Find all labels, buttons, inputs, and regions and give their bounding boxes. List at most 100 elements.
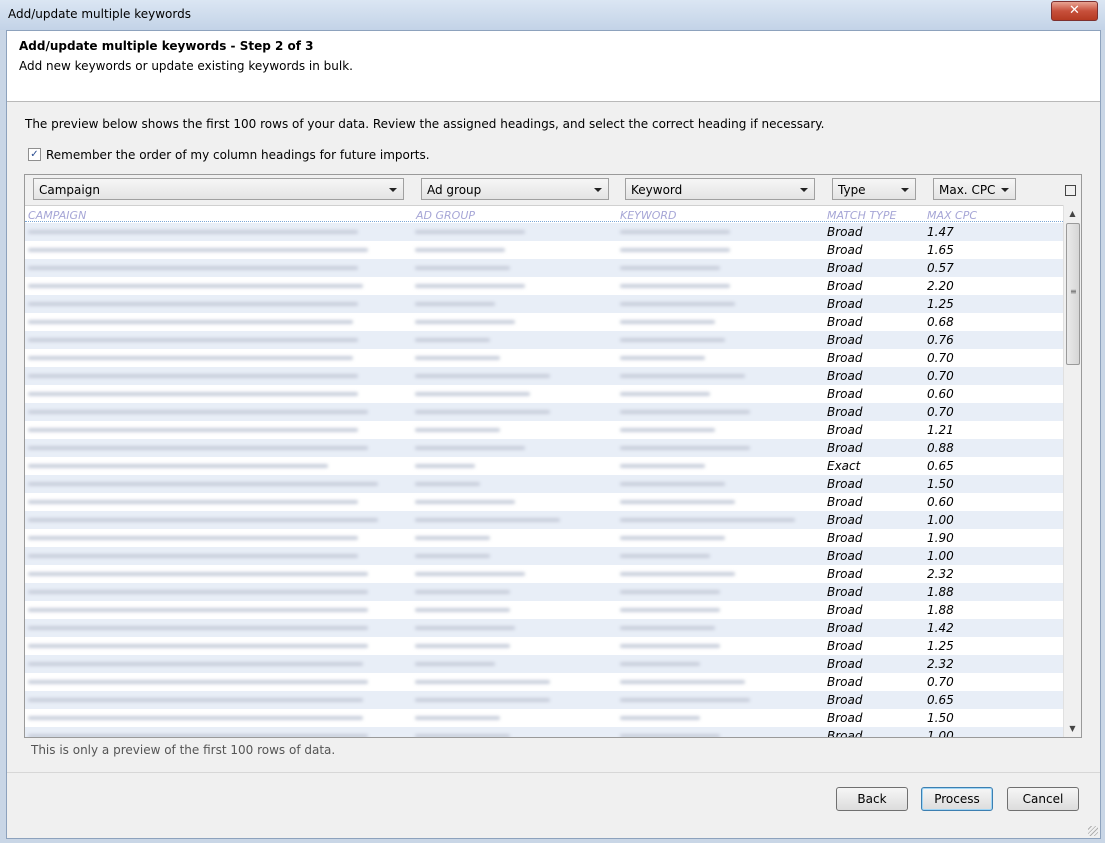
campaign-cell xyxy=(28,518,378,522)
match-type-cell: Broad xyxy=(827,567,863,581)
keyword-cell xyxy=(620,464,705,468)
table-row[interactable]: Broad 1.50 xyxy=(25,709,1065,727)
keyword-cell xyxy=(620,230,730,234)
match-type-cell: Broad xyxy=(827,495,863,509)
scroll-up-arrow-icon[interactable]: ▲ xyxy=(1064,205,1081,222)
table-row[interactable]: Broad 1.42 xyxy=(25,619,1065,637)
table-row[interactable]: Broad 1.00 xyxy=(25,727,1065,737)
table-row[interactable]: Broad 1.90 xyxy=(25,529,1065,547)
keyword-cell xyxy=(620,392,710,396)
table-row[interactable]: Broad 1.88 xyxy=(25,601,1065,619)
keyword-column-dropdown[interactable]: Keyword xyxy=(625,178,815,200)
ad-group-cell xyxy=(415,302,495,306)
scroll-down-arrow-icon[interactable]: ▼ xyxy=(1064,720,1081,737)
max-cpc-cell: 0.60 xyxy=(927,387,954,401)
close-button[interactable]: ✕ xyxy=(1051,1,1098,21)
ad-group-cell xyxy=(415,500,515,504)
match-type-cell: Broad xyxy=(827,549,863,563)
cancel-button[interactable]: Cancel xyxy=(1007,787,1079,811)
table-row[interactable]: Broad 2.32 xyxy=(25,655,1065,673)
remember-order-checkbox[interactable]: ✓ xyxy=(28,148,41,161)
table-row[interactable]: Broad 0.60 xyxy=(25,493,1065,511)
column-chooser-icon[interactable] xyxy=(1065,185,1076,196)
match-type-cell: Broad xyxy=(827,405,863,419)
table-row[interactable]: Exact 0.65 xyxy=(25,457,1065,475)
ad-group-cell xyxy=(415,644,510,648)
max-cpc-cell: 0.76 xyxy=(927,333,954,347)
process-button[interactable]: Process xyxy=(921,787,993,811)
scroll-thumb[interactable]: ≡ xyxy=(1066,223,1080,365)
table-row[interactable]: Broad 1.65 xyxy=(25,241,1065,259)
chevron-down-icon xyxy=(389,188,397,192)
max-cpc-cell: 0.65 xyxy=(927,693,954,707)
table-row[interactable]: Broad 1.00 xyxy=(25,547,1065,565)
keyword-cell xyxy=(620,428,715,432)
campaign-cell xyxy=(28,482,378,486)
table-row[interactable]: Broad 0.70 xyxy=(25,367,1065,385)
table-row[interactable]: Broad 0.60 xyxy=(25,385,1065,403)
dropdown-value: Ad group xyxy=(427,183,482,197)
ad-group-column-dropdown[interactable]: Ad group xyxy=(421,178,609,200)
ad-group-cell xyxy=(415,482,480,486)
vertical-scrollbar[interactable]: ▲ ≡ ▼ xyxy=(1063,205,1081,737)
table-row[interactable]: Broad 0.70 xyxy=(25,403,1065,421)
keyword-cell xyxy=(620,500,735,504)
match-type-cell: Broad xyxy=(827,729,863,737)
match-type-cell: Broad xyxy=(827,657,863,671)
table-row[interactable]: Broad 1.00 xyxy=(25,511,1065,529)
max-cpc-cell: 1.25 xyxy=(927,297,954,311)
keyword-cell xyxy=(620,266,720,270)
campaign-cell xyxy=(28,248,368,252)
ad-group-cell xyxy=(415,248,505,252)
ad-group-cell xyxy=(415,734,510,737)
campaign-cell xyxy=(28,536,358,540)
back-button[interactable]: Back xyxy=(836,787,908,811)
table-row[interactable]: Broad 0.76 xyxy=(25,331,1065,349)
ad-group-cell xyxy=(415,554,490,558)
match-type-cell: Broad xyxy=(827,513,863,527)
table-row[interactable]: Broad 2.20 xyxy=(25,277,1065,295)
max-cpc-cell: 0.70 xyxy=(927,351,954,365)
table-row[interactable]: Broad 0.70 xyxy=(25,349,1065,367)
campaign-cell xyxy=(28,680,368,684)
table-row[interactable]: Broad 1.88 xyxy=(25,583,1065,601)
resize-grip-icon[interactable] xyxy=(1088,826,1098,836)
campaign-column-dropdown[interactable]: Campaign xyxy=(33,178,404,200)
ad-group-cell xyxy=(415,428,500,432)
match-type-cell: Broad xyxy=(827,279,863,293)
keyword-cell xyxy=(620,662,700,666)
max-cpc-cell: 1.00 xyxy=(927,513,954,527)
match-type-cell: Broad xyxy=(827,603,863,617)
keyword-cell xyxy=(620,716,700,720)
table-row[interactable]: Broad 1.25 xyxy=(25,637,1065,655)
table-row[interactable]: Broad 1.50 xyxy=(25,475,1065,493)
table-row[interactable]: Broad 1.21 xyxy=(25,421,1065,439)
table-row[interactable]: Broad 0.65 xyxy=(25,691,1065,709)
type-column-dropdown[interactable]: Type xyxy=(832,178,916,200)
campaign-cell xyxy=(28,446,368,450)
ad-group-cell xyxy=(415,446,525,450)
keyword-cell xyxy=(620,374,745,378)
table-row[interactable]: Broad 1.47 xyxy=(25,223,1065,241)
campaign-cell xyxy=(28,464,328,468)
dialog-body: Add/update multiple keywords - Step 2 of… xyxy=(6,30,1101,839)
max-cpc-column-dropdown[interactable]: Max. CPC xyxy=(933,178,1016,200)
table-row[interactable]: Broad 0.70 xyxy=(25,673,1065,691)
table-row[interactable]: Broad 1.25 xyxy=(25,295,1065,313)
remember-order-label[interactable]: Remember the order of my column headings… xyxy=(46,148,430,162)
footer-divider xyxy=(7,772,1100,773)
ad-group-cell xyxy=(415,284,525,288)
campaign-cell xyxy=(28,320,353,324)
column-mapping-bar: Campaign Ad group Keyword Type Max. CPC xyxy=(25,175,1081,206)
max-cpc-cell: 0.70 xyxy=(927,675,954,689)
campaign-cell xyxy=(28,230,358,234)
table-row[interactable]: Broad 2.32 xyxy=(25,565,1065,583)
table-row[interactable]: Broad 0.68 xyxy=(25,313,1065,331)
preview-rows: Broad 1.47 Broad 1.65 Broad 0.57 Broad 2.20 Broa… xyxy=(25,223,1065,737)
keyword-cell xyxy=(620,734,720,737)
table-row[interactable]: Broad 0.57 xyxy=(25,259,1065,277)
keyword-cell xyxy=(620,536,725,540)
grip-icon: ≡ xyxy=(1070,287,1077,296)
table-row[interactable]: Broad 0.88 xyxy=(25,439,1065,457)
campaign-cell xyxy=(28,734,368,737)
